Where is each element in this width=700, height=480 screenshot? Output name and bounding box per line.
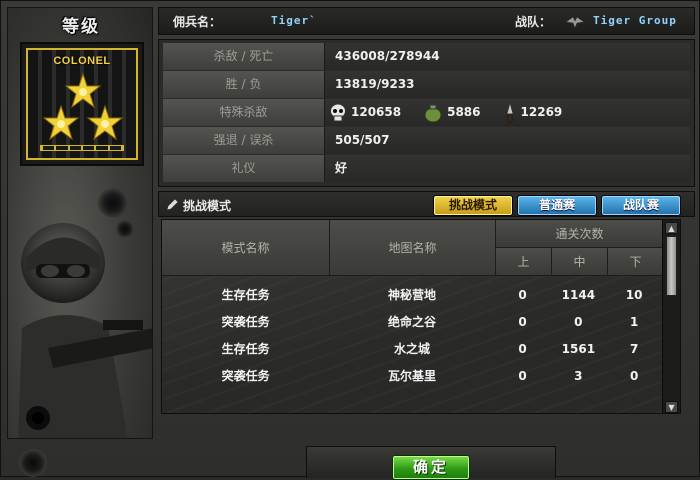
stat-row: 强退 / 误杀 505/507 <box>163 127 690 154</box>
cell-middle: 0 <box>574 315 583 329</box>
cell-lower: 1 <box>629 315 639 329</box>
cell-map: 绝命之谷 <box>387 315 436 329</box>
star-icon <box>86 104 124 141</box>
tab-team-match[interactable]: 战队赛 <box>601 195 681 216</box>
scroll-thumb[interactable] <box>666 236 677 296</box>
cell-middle: 1144 <box>561 288 596 302</box>
cell-mode: 生存任务 <box>221 288 270 302</box>
stat-label: 杀敌 / 死亡 <box>163 43 325 70</box>
stat-label: 特殊杀敌 <box>163 99 325 126</box>
stat-label: 强退 / 误杀 <box>163 127 325 154</box>
stat-value: 505/507 <box>325 127 690 154</box>
col-header-clears: 通关次数 <box>496 220 664 248</box>
col-header-upper: 上 <box>496 248 552 276</box>
star-icon <box>42 104 80 141</box>
special-kill-skull: 120658 <box>329 99 401 126</box>
stats-panel: 杀敌 / 死亡 436008/278944 胜 / 负 13819/9233 特… <box>158 39 695 187</box>
soldier-illustration <box>18 223 152 438</box>
cell-map: 神秘营地 <box>387 288 436 302</box>
challenge-table: 模式名称 地图名称 通关次数 上 中 下 生存任务 神秘营地 0 1144 10… <box>161 219 681 414</box>
cell-lower: 0 <box>629 369 639 383</box>
cell-mode: 突袭任务 <box>221 369 270 383</box>
bottom-bar: 确定 <box>306 446 556 480</box>
special-kill-knife: 12269 <box>503 99 563 126</box>
merc-name-label: 佣兵名： <box>173 15 222 29</box>
rank-progress-bar <box>40 145 124 151</box>
badge-label: COLONEL <box>53 55 111 67</box>
rank-panel: 等级 COLONEL <box>7 7 153 439</box>
challenge-title: 挑战模式 <box>183 199 232 213</box>
knife-icon <box>506 101 513 122</box>
cell-lower: 10 <box>625 288 643 302</box>
table-row[interactable]: 突袭任务 绝命之谷 0 0 1 <box>162 309 662 336</box>
stat-value: 13819/9233 <box>325 71 690 98</box>
table-row[interactable]: 突袭任务 瓦尔基里 0 3 0 <box>162 363 662 390</box>
stat-row: 礼仪 好 <box>163 155 690 182</box>
table-scrollbar[interactable]: ▲ ▼ <box>662 220 680 413</box>
cell-lower: 7 <box>629 342 639 356</box>
table-row[interactable]: 生存任务 水之城 0 1561 7 <box>162 336 662 363</box>
profile-window: 等级 COLONEL 佣兵名： Tiger` 战队： Tiger Group 杀… <box>0 0 700 480</box>
profile-header: 佣兵名： Tiger` 战队： Tiger Group <box>158 7 695 35</box>
cell-middle: 1561 <box>561 342 596 356</box>
pencil-icon <box>166 198 179 211</box>
cell-upper: 0 <box>518 315 527 329</box>
special-kill-grenade: 5886 <box>423 99 481 126</box>
col-header-lower: 下 <box>608 248 664 276</box>
rank-badge-frame: COLONEL <box>20 42 144 166</box>
team-emblem-icon <box>565 16 585 29</box>
confirm-button[interactable]: 确定 <box>392 455 470 480</box>
rank-title: 等级 <box>62 17 100 37</box>
team-label: 战队： <box>515 15 552 29</box>
challenge-header: 挑战模式 挑战模式 普通赛 战队赛 <box>158 191 695 217</box>
col-header-mode: 模式名称 <box>162 220 330 276</box>
cell-upper: 0 <box>518 288 527 302</box>
cell-map: 水之城 <box>393 342 430 356</box>
scroll-up-icon[interactable]: ▲ <box>665 222 678 234</box>
skull-kill-count: 120658 <box>351 105 402 119</box>
rank-badge: COLONEL <box>26 48 138 160</box>
skull-icon <box>330 103 346 121</box>
merc-name: Tiger` <box>271 14 317 27</box>
grenade-kill-count: 5886 <box>447 105 481 119</box>
grenade-icon <box>424 104 442 122</box>
stat-row: 杀敌 / 死亡 436008/278944 <box>163 43 690 70</box>
cell-mode: 突袭任务 <box>221 315 270 329</box>
tab-normal-match[interactable]: 普通赛 <box>517 195 597 216</box>
col-header-map: 地图名称 <box>330 220 496 276</box>
knife-kill-count: 12269 <box>520 105 563 119</box>
stat-row: 特殊杀敌 120658 5886 12269 <box>163 99 690 126</box>
cell-map: 瓦尔基里 <box>387 369 436 383</box>
scroll-down-icon[interactable]: ▼ <box>665 401 678 413</box>
team-name: Tiger Group <box>593 14 677 27</box>
col-header-middle: 中 <box>552 248 608 276</box>
stat-label: 礼仪 <box>163 155 325 182</box>
stat-row: 胜 / 负 13819/9233 <box>163 71 690 98</box>
cell-middle: 3 <box>574 369 583 383</box>
table-row[interactable]: 生存任务 神秘营地 0 1144 10 <box>162 282 662 309</box>
special-kills-values: 120658 5886 12269 <box>325 99 690 126</box>
cell-upper: 0 <box>518 342 527 356</box>
cell-upper: 0 <box>518 369 527 383</box>
stat-label: 胜 / 负 <box>163 71 325 98</box>
cell-mode: 生存任务 <box>221 342 270 356</box>
stat-value: 好 <box>325 155 690 182</box>
tab-challenge-mode[interactable]: 挑战模式 <box>433 195 513 216</box>
stat-value: 436008/278944 <box>325 43 690 70</box>
